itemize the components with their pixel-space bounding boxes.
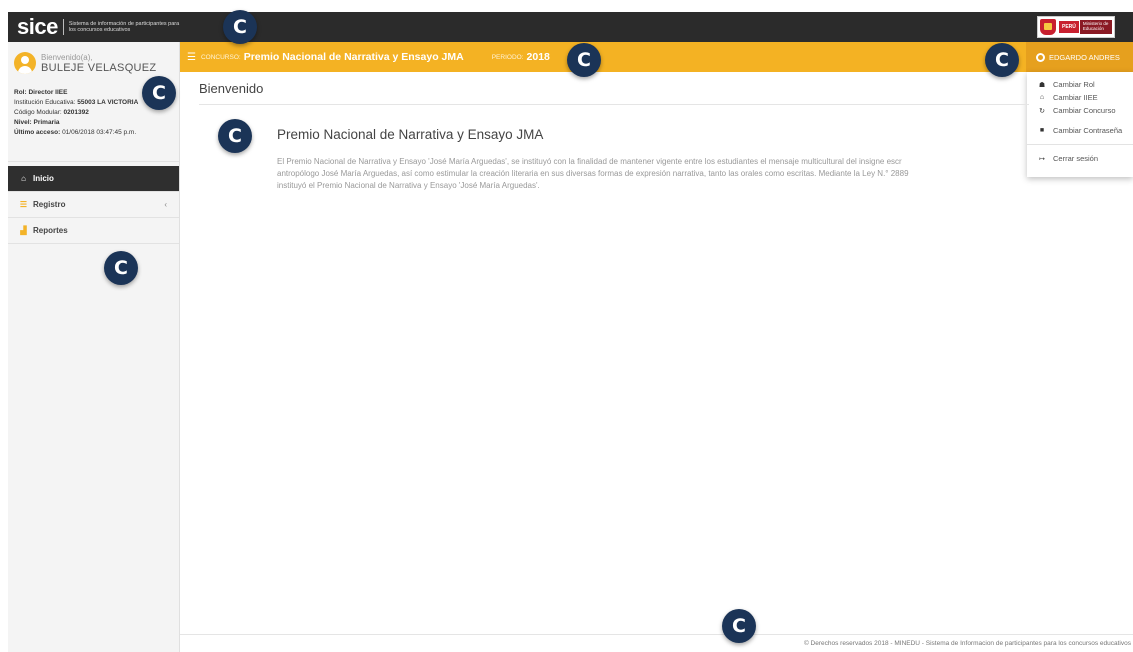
sidebar-item-label: Registro (33, 200, 66, 209)
sice-logo[interactable]: sice Sistema de información de participa… (17, 14, 184, 40)
footer-copyright: © Derechos reservados 2018 - MINEDU - Si… (803, 640, 1131, 647)
coat-of-arms-icon (1040, 19, 1056, 35)
logo-word: sice (17, 14, 58, 39)
info-key: Institución Educativa: (14, 99, 76, 106)
menu-item-label: Cambiar Rol (1053, 80, 1095, 89)
list-icon: ☰ (19, 200, 28, 209)
article-body: El Premio Nacional de Narrativa y Ensayo… (277, 157, 909, 190)
menu-item-cambiar-concurso[interactable]: ↻ Cambiar Concurso (1027, 104, 1133, 117)
sidebar-item-label: Inicio (33, 174, 54, 183)
info-key: Nivel: (14, 119, 32, 126)
ministry-logo: PERÚ Ministerio de Educación (1037, 16, 1115, 38)
logo-divider (62, 19, 64, 35)
footer-divider (180, 634, 1133, 635)
peru-label: PERÚ (1059, 21, 1079, 33)
info-key: Último acceso: (14, 129, 61, 136)
menu-item-cambiar-contrasena[interactable]: ■ Cambiar Contraseña (1027, 124, 1133, 137)
institution-icon: ⌂ (1039, 94, 1045, 101)
sidebar-item-registro[interactable]: ☰ Registro ‹ (8, 192, 179, 218)
top-bar: sice Sistema de información de participa… (8, 12, 1133, 42)
info-value: 0201392 (63, 109, 89, 116)
menu-item-cambiar-rol[interactable]: ☗ Cambiar Rol (1027, 78, 1133, 91)
annotation-badge: C (223, 10, 257, 44)
annotation-badge: C (104, 251, 138, 285)
menu-item-label: Cambiar IIEE (1053, 93, 1098, 102)
user-circle-icon (1036, 52, 1045, 62)
sidebar: Bienvenido(a), BULEJE VELASQUEZ Rol: Dir… (8, 42, 180, 652)
profile-header: Bienvenido(a), BULEJE VELASQUEZ (14, 52, 173, 74)
user-menu-name: EDGARDO ANDRES (1049, 52, 1120, 62)
logout-icon: ↦ (1039, 155, 1045, 163)
users-icon: ☗ (1038, 81, 1046, 89)
info-ultimo-acceso: Último acceso: 01/06/2018 03:47:45 p.m. (14, 128, 173, 138)
home-icon: ⌂ (21, 174, 26, 183)
menu-divider (1027, 144, 1133, 145)
sidebar-item-inicio[interactable]: ⌂ Inicio (8, 166, 179, 192)
chevron-left-icon: ‹ (164, 200, 167, 209)
concurso-label: CONCURSO: (200, 53, 241, 61)
info-value: 01/06/2018 03:47:45 p.m. (62, 129, 137, 136)
info-nivel: Nivel: Primaria (14, 118, 173, 128)
info-codigo: Código Modular: 0201392 (14, 108, 173, 118)
annotation-badge: C (985, 43, 1019, 77)
concurso-value: Premio Nacional de Narrativa y Ensayo JM… (243, 51, 464, 63)
annotation-badge: C (722, 609, 756, 643)
info-key: Rol: (14, 89, 27, 96)
logo-tagline: Sistema de información de participantes … (68, 21, 180, 33)
annotation-badge: C (218, 119, 252, 153)
periodo-label: PERIODO: (491, 53, 524, 61)
ministry-name: Ministerio de Educación (1079, 20, 1112, 34)
info-value: 55003 LA VICTORIA (77, 99, 139, 106)
user-menu-button[interactable]: EDGARDO ANDRES (1026, 42, 1133, 72)
sidebar-item-reportes[interactable]: ▟ Reportes (8, 218, 179, 244)
hamburger-menu-icon[interactable]: ☰ (187, 52, 196, 63)
refresh-icon: ↻ (1039, 107, 1045, 115)
page-title: Bienvenido (199, 81, 264, 96)
divider (199, 104, 1029, 105)
welcome-block: Bienvenido(a), BULEJE VELASQUEZ (41, 53, 156, 74)
welcome-text: Bienvenido(a), (41, 52, 93, 62)
article-title: Premio Nacional de Narrativa y Ensayo JM… (277, 127, 544, 142)
lock-icon: ■ (1039, 127, 1045, 134)
bar-chart-icon: ▟ (20, 226, 27, 235)
user-name: BULEJE VELASQUEZ (41, 61, 157, 74)
user-dropdown-menu: ☗ Cambiar Rol ⌂ Cambiar IIEE ↻ Cambiar C… (1027, 72, 1133, 177)
info-value: Director IIEE (28, 89, 68, 96)
annotation-badge: C (142, 76, 176, 110)
menu-item-label: Cambiar Concurso (1053, 106, 1116, 115)
menu-item-label: Cerrar sesión (1053, 154, 1099, 163)
avatar (14, 52, 36, 74)
info-value: Primaria (33, 119, 60, 126)
sidebar-item-label: Reportes (33, 226, 68, 235)
menu-item-cambiar-iiee[interactable]: ⌂ Cambiar IIEE (1027, 91, 1133, 104)
periodo-value: 2018 (526, 51, 550, 63)
annotation-badge: C (567, 43, 601, 77)
info-key: Código Modular: (14, 109, 62, 116)
menu-item-label: Cambiar Contraseña (1053, 126, 1123, 135)
menu-item-cerrar-sesion[interactable]: ↦ Cerrar sesión (1027, 152, 1133, 165)
